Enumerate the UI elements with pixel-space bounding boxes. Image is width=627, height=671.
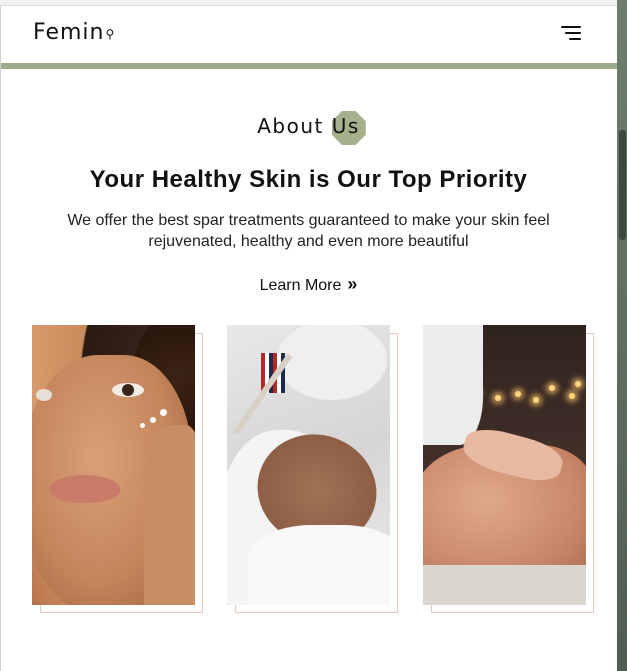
brand-glyph: ⚲ — [105, 27, 116, 41]
skin-care-image — [32, 325, 195, 605]
brand-name: Femin — [33, 20, 105, 45]
scrollbar[interactable] — [617, 0, 627, 671]
about-eyebrow: About Us — [0, 111, 617, 145]
gallery-card-skincare[interactable] — [32, 325, 203, 613]
double-chevron-right-icon: » — [347, 274, 358, 294]
brand-logo[interactable]: Femin⚲ — [33, 20, 115, 45]
learn-more-label: Learn More — [259, 277, 342, 294]
hamburger-menu-icon[interactable] — [559, 24, 581, 42]
section-headline: Your Healthy Skin is Our Top Priority — [89, 166, 528, 193]
back-massage-image — [423, 325, 586, 605]
scrollbar-thumb[interactable] — [619, 130, 626, 240]
about-label: About — [257, 114, 332, 138]
learn-more-link[interactable]: Learn More » — [0, 274, 617, 295]
about-highlight: Us — [331, 114, 360, 138]
gallery-card-facial[interactable] — [227, 325, 398, 613]
page-edge — [0, 0, 1, 671]
facial-mask-image — [227, 325, 390, 605]
navbar: Femin⚲ — [1, 6, 617, 63]
gallery-card-massage[interactable] — [423, 325, 594, 613]
section-description: We offer the best spar treatments guaran… — [67, 212, 550, 250]
navbar-accent-bar — [1, 63, 617, 69]
